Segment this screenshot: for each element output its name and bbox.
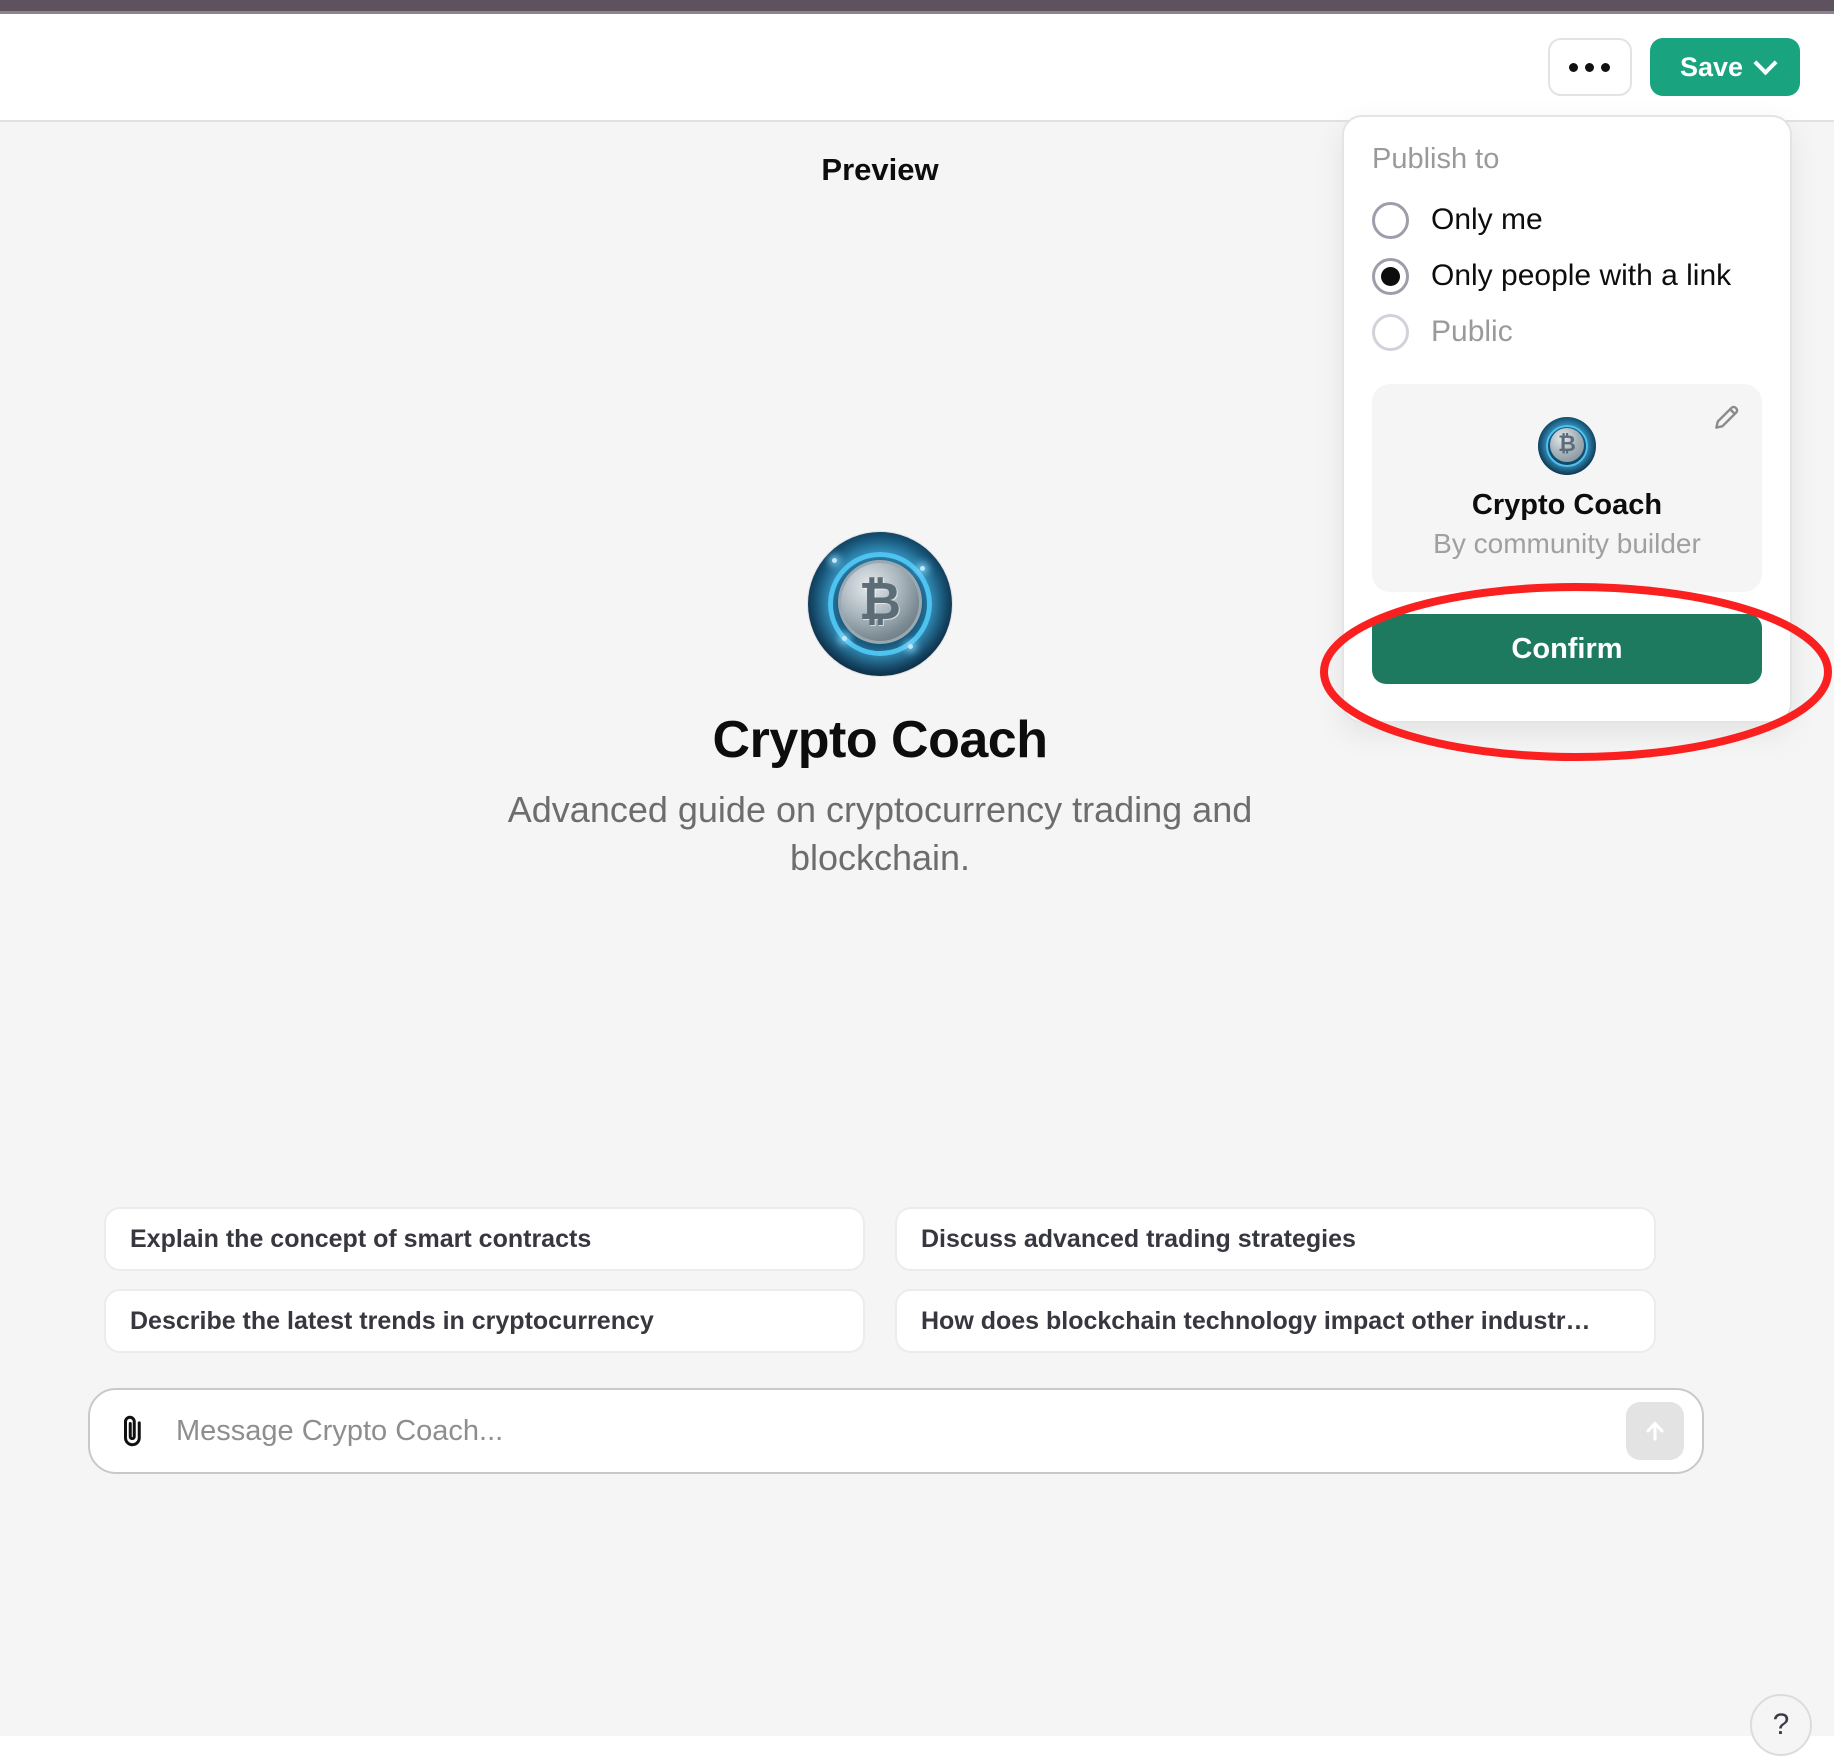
app-header: Save: [0, 14, 1834, 122]
radio-label: Public: [1431, 315, 1513, 348]
publish-dropdown-panel: Publish to Only me Only people with a li…: [1342, 115, 1792, 723]
bitcoin-disc: ₿: [838, 560, 922, 644]
pencil-icon[interactable]: [1710, 400, 1744, 434]
save-button-label: Save: [1679, 51, 1743, 82]
confirm-button[interactable]: Confirm: [1372, 614, 1762, 684]
header-actions: Save: [1547, 38, 1800, 96]
chevron-down-icon: [1753, 50, 1778, 75]
more-dot: [1569, 62, 1579, 72]
message-input[interactable]: [150, 1414, 1626, 1448]
radio-label: Only people with a link: [1431, 259, 1732, 292]
avatar-spark: [920, 566, 925, 571]
gpt-summary-card: ₿ Crypto Coach By community builder: [1372, 384, 1762, 592]
radio-label: Only me: [1431, 203, 1543, 236]
starter-prompt-label: Describe the latest trends in cryptocurr…: [130, 1306, 654, 1335]
starter-prompt-chip[interactable]: How does blockchain technology impact ot…: [895, 1289, 1656, 1353]
avatar-spark: [832, 558, 837, 563]
more-dot: [1601, 62, 1611, 72]
paperclip-icon[interactable]: [116, 1411, 150, 1451]
card-byline: By community builder: [1433, 527, 1701, 559]
gpt-title: Crypto Coach: [712, 711, 1048, 769]
radio-option-link[interactable]: Only people with a link: [1372, 248, 1762, 304]
starter-prompt-chip[interactable]: Describe the latest trends in cryptocurr…: [104, 1289, 865, 1353]
starter-prompt-label: How does blockchain technology impact ot…: [921, 1306, 1591, 1335]
radio-option-only-me[interactable]: Only me: [1372, 192, 1762, 248]
avatar-spark: [842, 636, 847, 641]
starter-prompt-label: Discuss advanced trading strategies: [921, 1224, 1356, 1253]
starter-prompt-chip[interactable]: Discuss advanced trading strategies: [895, 1207, 1656, 1271]
card-title: Crypto Coach: [1471, 488, 1663, 521]
bitcoin-disc: ₿: [1550, 427, 1584, 462]
starter-prompt-chip[interactable]: Explain the concept of smart contracts: [104, 1207, 865, 1271]
bitcoin-coin-avatar: ₿: [808, 532, 952, 676]
bitcoin-glyph: ₿: [1558, 431, 1576, 457]
bitcoin-coin-avatar-small: ₿: [1538, 416, 1596, 475]
send-button[interactable]: [1626, 1402, 1684, 1460]
help-button[interactable]: ?: [1750, 1694, 1812, 1756]
radio-option-public[interactable]: Public: [1372, 304, 1762, 360]
radio-button-selected[interactable]: [1372, 257, 1409, 295]
publish-to-label: Publish to: [1372, 143, 1500, 175]
more-options-button[interactable]: [1547, 38, 1632, 96]
save-button[interactable]: Save: [1649, 38, 1800, 96]
os-title-bar: [0, 0, 1834, 11]
avatar-spark: [908, 644, 913, 649]
starter-prompts: Explain the concept of smart contracts D…: [104, 1207, 1656, 1353]
radio-button-disabled[interactable]: [1372, 313, 1409, 351]
message-composer: [88, 1388, 1704, 1474]
starter-prompt-label: Explain the concept of smart contracts: [130, 1224, 592, 1253]
radio-inner-dot: [1381, 266, 1400, 286]
more-dot: [1585, 62, 1595, 72]
radio-button[interactable]: [1372, 201, 1409, 239]
gpt-description: Advanced guide on cryptocurrency trading…: [507, 789, 1253, 878]
bitcoin-glyph: ₿: [858, 572, 902, 632]
